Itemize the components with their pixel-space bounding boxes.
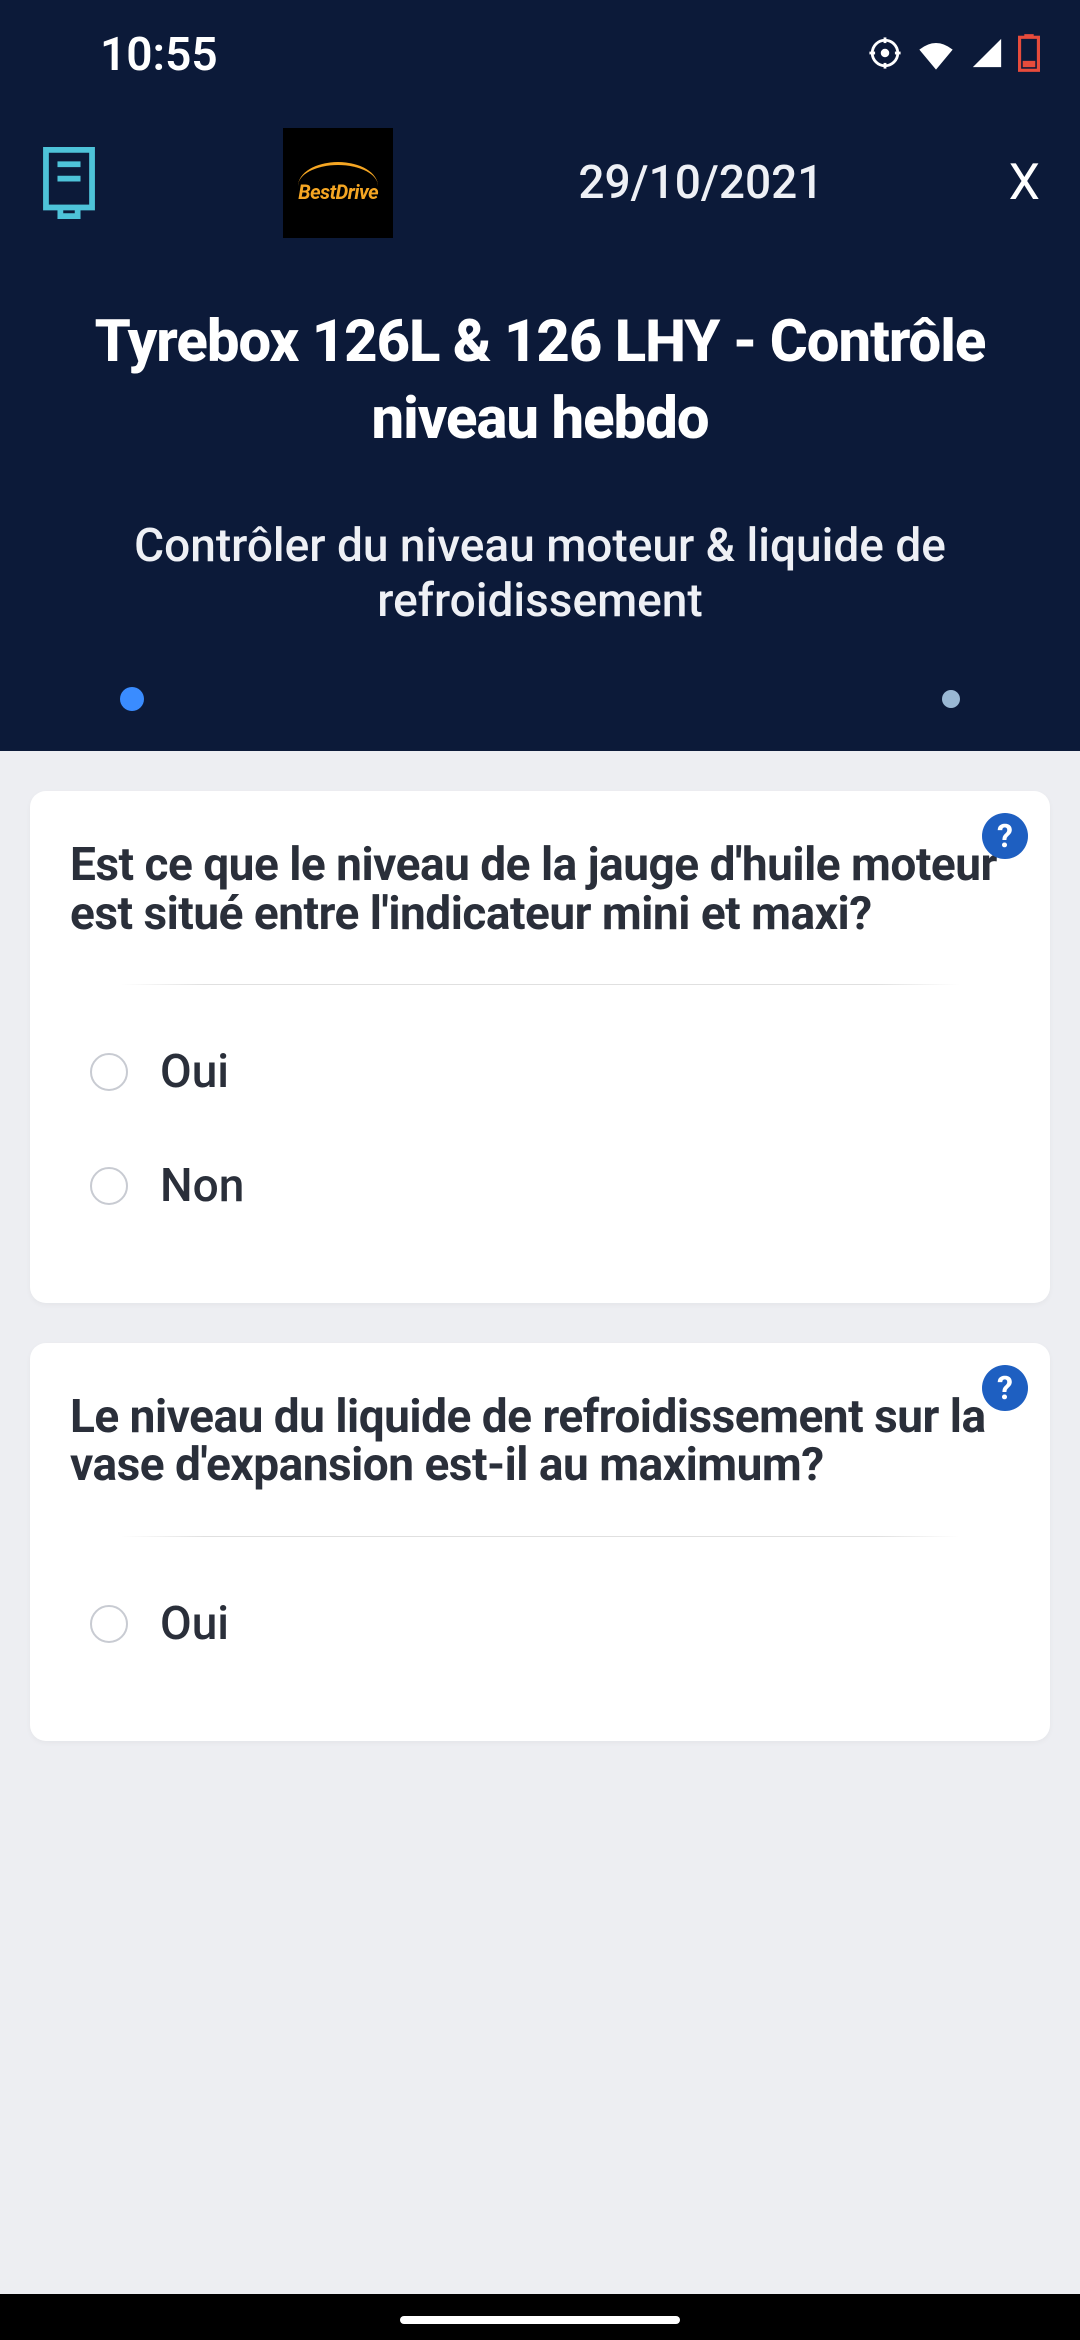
header-top-row: BestDrive 29/10/2021 X [40,128,1040,238]
header: BestDrive 29/10/2021 X Tyrebox 126L & 12… [0,110,1080,751]
progress-dot-inactive [942,690,960,708]
question-card: ? Est ce que le niveau de la jauge d'hui… [30,791,1050,1303]
help-icon[interactable]: ? [982,813,1028,859]
content-area: ? Est ce que le niveau de la jauge d'hui… [0,751,1080,1820]
status-icons [868,34,1040,76]
option-oui[interactable]: Oui [70,1015,1010,1129]
target-icon [868,36,902,74]
home-indicator[interactable] [400,2316,680,2324]
progress-dots [40,687,1040,711]
brand-logo: BestDrive [283,128,393,238]
radio-unchecked-icon [90,1605,128,1643]
status-time: 10:55 [100,28,218,82]
progress-dot-active [120,687,144,711]
cellular-icon [970,36,1004,74]
page-title: Tyrebox 126L & 126 LHY - Contrôle niveau… [40,304,1040,457]
option-label: Non [160,1159,244,1213]
header-date: 29/10/2021 [578,156,823,210]
question-text: Le niveau du liquide de refroidissement … [70,1393,1010,1490]
option-oui[interactable]: Oui [70,1567,1010,1681]
page-subtitle: Contrôler du niveau moteur & liquide de … [40,519,1040,629]
close-button[interactable]: X [1009,158,1040,208]
brand-logo-text: BestDrive [298,180,378,204]
wifi-icon [916,36,956,74]
clipboard-icon[interactable] [40,147,98,219]
option-non[interactable]: Non [70,1129,1010,1243]
divider [120,984,960,985]
question-card: ? Le niveau du liquide de refroidissemen… [30,1343,1050,1741]
battery-low-icon [1018,34,1040,76]
option-label: Oui [160,1045,229,1099]
divider [120,1536,960,1537]
status-bar: 10:55 [0,0,1080,110]
help-icon[interactable]: ? [982,1365,1028,1411]
radio-unchecked-icon [90,1167,128,1205]
question-text: Est ce que le niveau de la jauge d'huile… [70,841,1010,938]
radio-unchecked-icon [90,1053,128,1091]
option-label: Oui [160,1597,229,1651]
